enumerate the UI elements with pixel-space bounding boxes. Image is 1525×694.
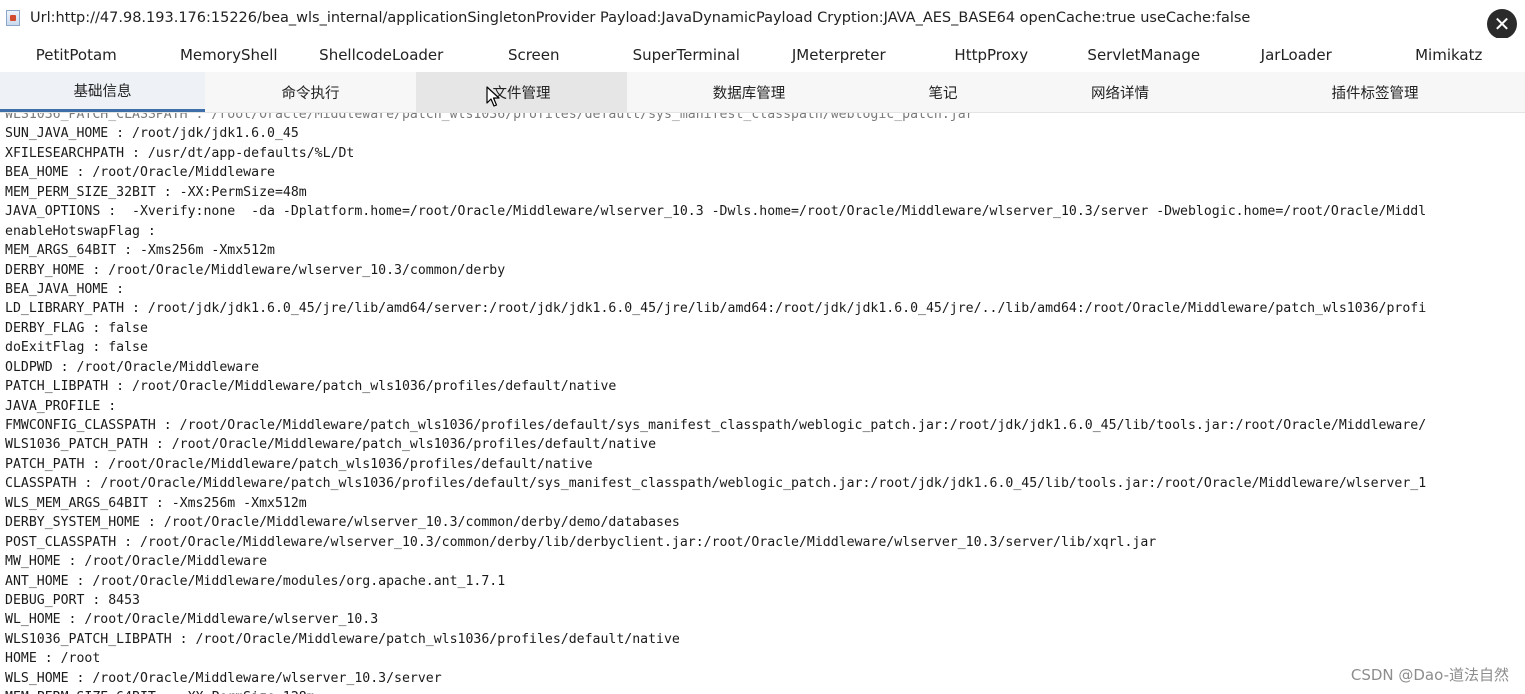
env-line: enableHotswapFlag : [5,222,1426,241]
tab-basic-info[interactable]: 基础信息 [0,72,205,112]
env-line: WLS1036_PATCH_LIBPATH : /root/Oracle/Mid… [5,630,1426,649]
tab-notes[interactable]: 笔记 [871,72,1015,112]
env-line: FMWCONFIG_CLASSPATH : /root/Oracle/Middl… [5,416,1426,435]
plugin-tab-servletmanage[interactable]: ServletManage [1068,46,1221,64]
plugin-tab-superterminal[interactable]: SuperTerminal [610,46,763,64]
env-line: WLS_HOME : /root/Oracle/Middleware/wlser… [5,669,1426,688]
env-line: MW_HOME : /root/Oracle/Middleware [5,552,1426,571]
env-line: BEA_JAVA_HOME : [5,280,1426,299]
plugin-tab-mimikatz[interactable]: Mimikatz [1373,46,1525,64]
env-line: DERBY_SYSTEM_HOME : /root/Oracle/Middlew… [5,513,1426,532]
java-app-icon [6,10,20,26]
window-title: Url:http://47.98.193.176:15226/bea_wls_i… [30,10,1250,26]
tab-command-exec[interactable]: 命令执行 [205,72,416,112]
env-line: ANT_HOME : /root/Oracle/Middleware/modul… [5,572,1426,591]
env-line: JAVA_PROFILE : [5,397,1426,416]
env-line: SUN_JAVA_HOME : /root/jdk/jdk1.6.0_45 [5,124,1426,143]
env-line: HOME : /root [5,649,1426,668]
env-line: OLDPWD : /root/Oracle/Middleware [5,358,1426,377]
main-tab-bar: 基础信息命令执行文件管理数据库管理笔记网络详情插件标签管理 [0,72,1525,112]
env-line: WLS1036_PATCH_PATH : /root/Oracle/Middle… [5,435,1426,454]
plugin-tab-jarloader[interactable]: JarLoader [1220,46,1373,64]
env-line: DERBY_FLAG : false [5,319,1426,338]
env-line: WLS_MEM_ARGS_64BIT : -Xms256m -Xmx512m [5,494,1426,513]
tab-network-details[interactable]: 网络详情 [1015,72,1225,112]
plugin-tab-bar: PetitPotamMemoryShellShellcodeLoaderScre… [0,38,1525,72]
env-line: XFILESEARCHPATH : /usr/dt/app-defaults/%… [5,144,1426,163]
plugin-tab-shellcodeloader[interactable]: ShellcodeLoader [305,46,458,64]
env-line: BEA_HOME : /root/Oracle/Middleware [5,163,1426,182]
watermark: CSDN @Dao-道法自然 [1351,664,1509,685]
plugin-tab-jmeterpreter[interactable]: JMeterpreter [763,46,916,64]
tab-database-manager[interactable]: 数据库管理 [627,72,871,112]
tab-file-manager[interactable]: 文件管理 [416,72,627,112]
env-line: DERBY_HOME : /root/Oracle/Middleware/wls… [5,261,1426,280]
env-line: PATCH_PATH : /root/Oracle/Middleware/pat… [5,455,1426,474]
env-line: MEM_PERM_SIZE_64BIT : -XX:PermSize=128m [5,688,1426,694]
title-bar: Url:http://47.98.193.176:15226/bea_wls_i… [0,0,1525,36]
environment-variable-list: WLS1036_PATCH_CLASSPATH : /root/Oracle/M… [5,112,1426,694]
tab-plugin-tag-manager[interactable]: 插件标签管理 [1225,72,1525,112]
env-line: CLASSPATH : /root/Oracle/Middleware/patc… [5,474,1426,493]
env-line: WLS1036_PATCH_CLASSPATH : /root/Oracle/M… [5,112,1426,124]
close-button[interactable]: ✕ [1487,9,1517,39]
env-line: WL_HOME : /root/Oracle/Middleware/wlserv… [5,610,1426,629]
env-line: LD_LIBRARY_PATH : /root/jdk/jdk1.6.0_45/… [5,299,1426,318]
env-line: MEM_PERM_SIZE_32BIT : -XX:PermSize=48m [5,183,1426,202]
env-line: JAVA_OPTIONS : -Xverify:none -da -Dplatf… [5,202,1426,221]
plugin-tab-memoryshell[interactable]: MemoryShell [153,46,306,64]
env-line: PATCH_LIBPATH : /root/Oracle/Middleware/… [5,377,1426,396]
plugin-tab-httpproxy[interactable]: HttpProxy [915,46,1068,64]
env-line: MEM_ARGS_64BIT : -Xms256m -Xmx512m [5,241,1426,260]
plugin-tab-petitpotam[interactable]: PetitPotam [0,46,153,64]
env-line: DEBUG_PORT : 8453 [5,591,1426,610]
plugin-tab-screen[interactable]: Screen [458,46,611,64]
env-line: doExitFlag : false [5,338,1426,357]
env-line: POST_CLASSPATH : /root/Oracle/Middleware… [5,533,1426,552]
basic-info-panel[interactable]: WLS1036_PATCH_CLASSPATH : /root/Oracle/M… [0,112,1525,694]
